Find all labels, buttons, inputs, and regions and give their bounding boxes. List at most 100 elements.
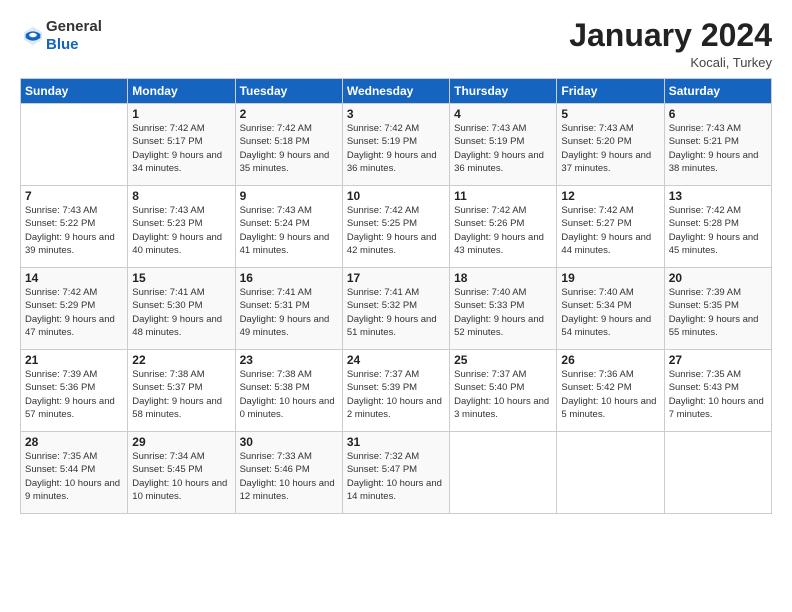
day-cell: 10Sunrise: 7:42 AMSunset: 5:25 PMDayligh… bbox=[342, 186, 449, 268]
day-cell: 14Sunrise: 7:42 AMSunset: 5:29 PMDayligh… bbox=[21, 268, 128, 350]
logo-text-block: General Blue bbox=[46, 18, 102, 54]
day-number: 6 bbox=[669, 107, 767, 121]
month-title: January 2024 bbox=[569, 18, 772, 53]
day-info: Sunrise: 7:41 AMSunset: 5:32 PMDaylight:… bbox=[347, 286, 445, 339]
day-cell: 12Sunrise: 7:42 AMSunset: 5:27 PMDayligh… bbox=[557, 186, 664, 268]
day-cell: 3Sunrise: 7:42 AMSunset: 5:19 PMDaylight… bbox=[342, 104, 449, 186]
day-number: 5 bbox=[561, 107, 659, 121]
day-cell: 11Sunrise: 7:42 AMSunset: 5:26 PMDayligh… bbox=[450, 186, 557, 268]
weekday-header-friday: Friday bbox=[557, 79, 664, 104]
day-number: 31 bbox=[347, 435, 445, 449]
day-number: 8 bbox=[132, 189, 230, 203]
day-info: Sunrise: 7:37 AMSunset: 5:39 PMDaylight:… bbox=[347, 368, 445, 421]
day-info: Sunrise: 7:34 AMSunset: 5:45 PMDaylight:… bbox=[132, 450, 230, 503]
day-cell: 24Sunrise: 7:37 AMSunset: 5:39 PMDayligh… bbox=[342, 350, 449, 432]
day-cell: 28Sunrise: 7:35 AMSunset: 5:44 PMDayligh… bbox=[21, 432, 128, 514]
day-number: 29 bbox=[132, 435, 230, 449]
day-info: Sunrise: 7:36 AMSunset: 5:42 PMDaylight:… bbox=[561, 368, 659, 421]
day-cell: 16Sunrise: 7:41 AMSunset: 5:31 PMDayligh… bbox=[235, 268, 342, 350]
day-number: 12 bbox=[561, 189, 659, 203]
day-info: Sunrise: 7:40 AMSunset: 5:33 PMDaylight:… bbox=[454, 286, 552, 339]
header: General Blue January 2024 Kocali, Turkey bbox=[20, 18, 772, 70]
day-info: Sunrise: 7:33 AMSunset: 5:46 PMDaylight:… bbox=[240, 450, 338, 503]
day-cell: 31Sunrise: 7:32 AMSunset: 5:47 PMDayligh… bbox=[342, 432, 449, 514]
day-cell: 29Sunrise: 7:34 AMSunset: 5:45 PMDayligh… bbox=[128, 432, 235, 514]
weekday-header-wednesday: Wednesday bbox=[342, 79, 449, 104]
day-cell: 5Sunrise: 7:43 AMSunset: 5:20 PMDaylight… bbox=[557, 104, 664, 186]
page: General Blue January 2024 Kocali, Turkey… bbox=[0, 0, 792, 612]
title-block: January 2024 Kocali, Turkey bbox=[569, 18, 772, 70]
day-info: Sunrise: 7:41 AMSunset: 5:31 PMDaylight:… bbox=[240, 286, 338, 339]
weekday-header-tuesday: Tuesday bbox=[235, 79, 342, 104]
day-info: Sunrise: 7:37 AMSunset: 5:40 PMDaylight:… bbox=[454, 368, 552, 421]
day-number: 17 bbox=[347, 271, 445, 285]
day-info: Sunrise: 7:38 AMSunset: 5:37 PMDaylight:… bbox=[132, 368, 230, 421]
day-number: 24 bbox=[347, 353, 445, 367]
day-info: Sunrise: 7:42 AMSunset: 5:29 PMDaylight:… bbox=[25, 286, 123, 339]
day-cell: 2Sunrise: 7:42 AMSunset: 5:18 PMDaylight… bbox=[235, 104, 342, 186]
day-cell bbox=[450, 432, 557, 514]
day-cell: 6Sunrise: 7:43 AMSunset: 5:21 PMDaylight… bbox=[664, 104, 771, 186]
day-info: Sunrise: 7:42 AMSunset: 5:27 PMDaylight:… bbox=[561, 204, 659, 257]
day-cell: 4Sunrise: 7:43 AMSunset: 5:19 PMDaylight… bbox=[450, 104, 557, 186]
location: Kocali, Turkey bbox=[569, 55, 772, 70]
logo-blue: Blue bbox=[46, 36, 79, 53]
day-number: 10 bbox=[347, 189, 445, 203]
day-number: 3 bbox=[347, 107, 445, 121]
weekday-header-sunday: Sunday bbox=[21, 79, 128, 104]
day-cell: 8Sunrise: 7:43 AMSunset: 5:23 PMDaylight… bbox=[128, 186, 235, 268]
day-info: Sunrise: 7:42 AMSunset: 5:17 PMDaylight:… bbox=[132, 122, 230, 175]
day-number: 15 bbox=[132, 271, 230, 285]
day-number: 23 bbox=[240, 353, 338, 367]
day-info: Sunrise: 7:42 AMSunset: 5:19 PMDaylight:… bbox=[347, 122, 445, 175]
day-cell: 30Sunrise: 7:33 AMSunset: 5:46 PMDayligh… bbox=[235, 432, 342, 514]
day-cell: 15Sunrise: 7:41 AMSunset: 5:30 PMDayligh… bbox=[128, 268, 235, 350]
day-number: 20 bbox=[669, 271, 767, 285]
day-number: 28 bbox=[25, 435, 123, 449]
day-info: Sunrise: 7:42 AMSunset: 5:28 PMDaylight:… bbox=[669, 204, 767, 257]
day-number: 4 bbox=[454, 107, 552, 121]
week-row-1: 1Sunrise: 7:42 AMSunset: 5:17 PMDaylight… bbox=[21, 104, 772, 186]
day-cell: 1Sunrise: 7:42 AMSunset: 5:17 PMDaylight… bbox=[128, 104, 235, 186]
day-cell: 18Sunrise: 7:40 AMSunset: 5:33 PMDayligh… bbox=[450, 268, 557, 350]
day-cell: 25Sunrise: 7:37 AMSunset: 5:40 PMDayligh… bbox=[450, 350, 557, 432]
day-cell: 19Sunrise: 7:40 AMSunset: 5:34 PMDayligh… bbox=[557, 268, 664, 350]
day-number: 27 bbox=[669, 353, 767, 367]
calendar: SundayMondayTuesdayWednesdayThursdayFrid… bbox=[20, 78, 772, 514]
day-info: Sunrise: 7:43 AMSunset: 5:20 PMDaylight:… bbox=[561, 122, 659, 175]
day-info: Sunrise: 7:42 AMSunset: 5:26 PMDaylight:… bbox=[454, 204, 552, 257]
day-number: 21 bbox=[25, 353, 123, 367]
day-info: Sunrise: 7:38 AMSunset: 5:38 PMDaylight:… bbox=[240, 368, 338, 421]
day-cell: 20Sunrise: 7:39 AMSunset: 5:35 PMDayligh… bbox=[664, 268, 771, 350]
logo-icon bbox=[22, 25, 44, 47]
day-info: Sunrise: 7:35 AMSunset: 5:44 PMDaylight:… bbox=[25, 450, 123, 503]
day-cell: 26Sunrise: 7:36 AMSunset: 5:42 PMDayligh… bbox=[557, 350, 664, 432]
calendar-header: SundayMondayTuesdayWednesdayThursdayFrid… bbox=[21, 79, 772, 104]
day-info: Sunrise: 7:43 AMSunset: 5:24 PMDaylight:… bbox=[240, 204, 338, 257]
logo-general: General bbox=[46, 18, 102, 35]
day-number: 26 bbox=[561, 353, 659, 367]
day-info: Sunrise: 7:43 AMSunset: 5:23 PMDaylight:… bbox=[132, 204, 230, 257]
weekday-header-saturday: Saturday bbox=[664, 79, 771, 104]
day-number: 2 bbox=[240, 107, 338, 121]
day-info: Sunrise: 7:42 AMSunset: 5:18 PMDaylight:… bbox=[240, 122, 338, 175]
day-number: 30 bbox=[240, 435, 338, 449]
week-row-2: 7Sunrise: 7:43 AMSunset: 5:22 PMDaylight… bbox=[21, 186, 772, 268]
day-number: 19 bbox=[561, 271, 659, 285]
weekday-header-thursday: Thursday bbox=[450, 79, 557, 104]
logo: General Blue bbox=[20, 18, 102, 54]
day-info: Sunrise: 7:41 AMSunset: 5:30 PMDaylight:… bbox=[132, 286, 230, 339]
day-number: 18 bbox=[454, 271, 552, 285]
week-row-5: 28Sunrise: 7:35 AMSunset: 5:44 PMDayligh… bbox=[21, 432, 772, 514]
day-info: Sunrise: 7:43 AMSunset: 5:22 PMDaylight:… bbox=[25, 204, 123, 257]
day-cell: 13Sunrise: 7:42 AMSunset: 5:28 PMDayligh… bbox=[664, 186, 771, 268]
calendar-body: 1Sunrise: 7:42 AMSunset: 5:17 PMDaylight… bbox=[21, 104, 772, 514]
day-number: 22 bbox=[132, 353, 230, 367]
day-cell: 7Sunrise: 7:43 AMSunset: 5:22 PMDaylight… bbox=[21, 186, 128, 268]
day-cell bbox=[21, 104, 128, 186]
day-cell: 23Sunrise: 7:38 AMSunset: 5:38 PMDayligh… bbox=[235, 350, 342, 432]
day-info: Sunrise: 7:43 AMSunset: 5:21 PMDaylight:… bbox=[669, 122, 767, 175]
week-row-3: 14Sunrise: 7:42 AMSunset: 5:29 PMDayligh… bbox=[21, 268, 772, 350]
day-info: Sunrise: 7:32 AMSunset: 5:47 PMDaylight:… bbox=[347, 450, 445, 503]
day-number: 25 bbox=[454, 353, 552, 367]
